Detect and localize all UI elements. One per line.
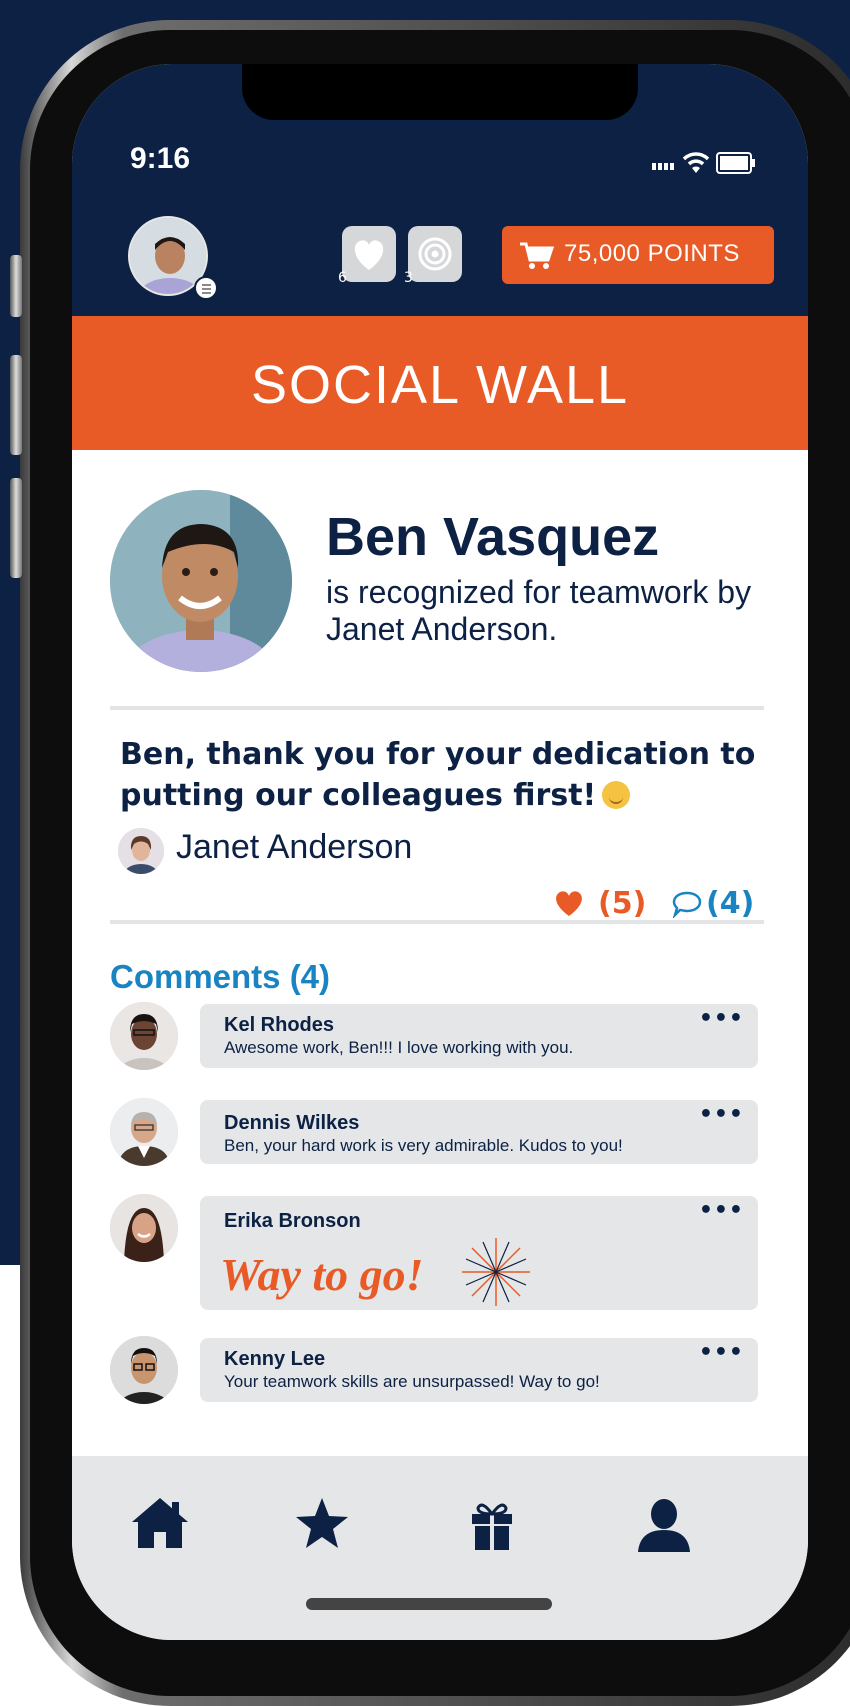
message-text: Ben, thank you for your dedication to pu… — [120, 737, 756, 813]
points-label: 75,000 POINTS — [564, 240, 740, 267]
sticker-text: Way to go! — [220, 1249, 424, 1300]
commenter-avatar[interactable] — [110, 1336, 178, 1404]
cart-icon — [520, 242, 554, 269]
fireworks-icon — [462, 1238, 530, 1306]
commenter-avatar[interactable] — [110, 1002, 178, 1070]
goals-badge-count: 3 — [404, 270, 413, 286]
comment-bubble-icon — [672, 891, 702, 918]
comment-more-icon[interactable]: ••• — [699, 1198, 744, 1223]
points-cart-button[interactable]: 75,000 POINTS — [502, 226, 774, 284]
comments-count: (4) — [706, 886, 755, 921]
goals-button[interactable] — [408, 226, 462, 282]
comment-text: Ben, your hard work is very admirable. K… — [224, 1136, 623, 1155]
commenter-portrait — [110, 1194, 178, 1262]
volume-down-button — [10, 478, 22, 578]
author-avatar[interactable] — [118, 828, 164, 874]
menu-badge[interactable] — [194, 276, 218, 300]
likes-badge-count: 6 — [338, 270, 347, 286]
commenter-portrait — [110, 1002, 178, 1070]
tab-rewards[interactable] — [460, 1492, 524, 1556]
home-icon — [132, 1498, 188, 1548]
home-indicator[interactable] — [306, 1598, 552, 1610]
divider — [110, 920, 764, 924]
commenter-name: Kenny Lee — [224, 1348, 326, 1370]
comment-text: Your teamwork skills are unsurpassed! Wa… — [224, 1372, 600, 1391]
top-bar: 9:16 6 3 75,000 POINTS — [72, 64, 808, 316]
notch — [242, 64, 638, 120]
heart-icon — [556, 891, 582, 916]
status-time: 9:16 — [130, 142, 191, 175]
profile-icon — [638, 1499, 690, 1552]
commenter-portrait — [110, 1098, 178, 1166]
star-icon — [296, 1498, 348, 1548]
volume-up-button — [10, 355, 22, 455]
recognition-message: Ben, thank you for your dedication to pu… — [120, 734, 780, 816]
recipient-photo — [110, 490, 292, 672]
phone-screen: 9:16 6 3 75,000 POINTS SOCIAL WALL Ben V… — [72, 64, 808, 1640]
target-icon — [418, 237, 452, 271]
commenter-name: Dennis Wilkes — [224, 1112, 360, 1134]
author-portrait — [118, 828, 164, 874]
comment-more-icon[interactable]: ••• — [699, 1006, 744, 1031]
signal-icon — [652, 162, 678, 170]
smile-emoji-icon — [602, 781, 631, 809]
commenter-name: Kel Rhodes — [224, 1014, 335, 1036]
comment-more-icon[interactable]: ••• — [699, 1340, 744, 1365]
likes-count: (5) — [598, 886, 647, 921]
commenter-name: Erika Bronson — [224, 1210, 361, 1232]
author-name: Janet Anderson — [176, 828, 413, 866]
battery-icon — [716, 152, 755, 174]
comments-title: Comments (4) — [110, 958, 331, 995]
recognition-feed: Ben Vasquez is recognized for teamwork b… — [72, 450, 808, 1456]
page-title: SOCIAL WALL — [250, 355, 630, 415]
comment-card: Kenny Lee Your teamwork skills are unsur… — [200, 1338, 758, 1402]
wifi-icon — [682, 152, 710, 173]
tab-bar — [72, 1456, 808, 1640]
tab-profile[interactable] — [632, 1492, 696, 1556]
comment-text: Awesome work, Ben!!! I love working with… — [224, 1038, 574, 1057]
comment-more-icon[interactable]: ••• — [699, 1102, 744, 1127]
way-to-go-sticker: Way to go! — [220, 1238, 530, 1306]
recipient-name: Ben Vasquez — [326, 507, 660, 567]
commenter-portrait — [110, 1336, 178, 1404]
likes-button[interactable] — [342, 226, 396, 282]
tab-home[interactable] — [128, 1492, 192, 1556]
recipient-portrait — [110, 490, 292, 672]
divider — [110, 706, 764, 710]
commenter-avatar[interactable] — [110, 1098, 178, 1166]
heart-icon — [354, 240, 384, 270]
tab-recognition[interactable] — [290, 1492, 354, 1556]
comment-card: Dennis Wilkes Ben, your hard work is ver… — [200, 1100, 758, 1164]
recognition-subtitle: is recognized for teamwork by Janet Ande… — [326, 574, 752, 647]
mute-switch — [10, 255, 22, 317]
comment-card: Kel Rhodes Awesome work, Ben!!! I love w… — [200, 1004, 758, 1068]
gift-icon — [472, 1503, 512, 1550]
page-banner: SOCIAL WALL — [72, 316, 808, 450]
commenter-avatar[interactable] — [110, 1194, 178, 1262]
comment-card: Erika Bronson Way to go! ••• — [200, 1196, 758, 1310]
